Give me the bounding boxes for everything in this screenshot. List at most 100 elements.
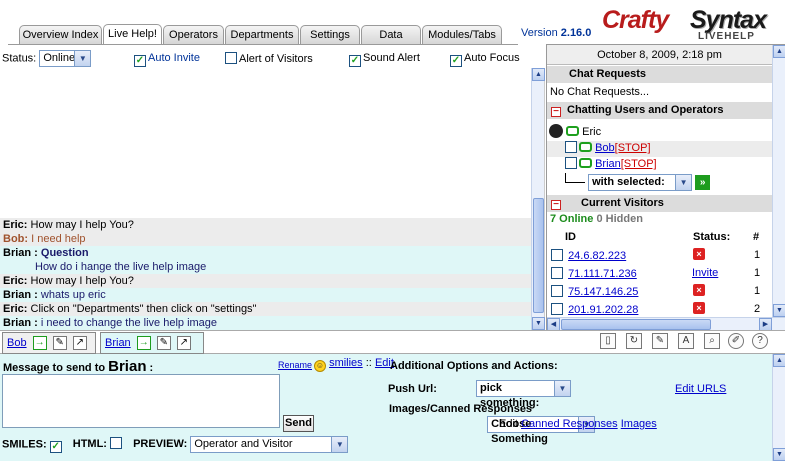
- auto-invite-option[interactable]: ✓ Auto Invite: [134, 52, 200, 67]
- visitor-count: 1: [754, 285, 761, 297]
- message-input[interactable]: [2, 374, 280, 428]
- canned-edit-links: Edit Canned Responses Images: [499, 418, 657, 430]
- hscroll-thumb[interactable]: [561, 319, 711, 330]
- tab-settings[interactable]: Settings: [300, 25, 360, 44]
- refresh-icon[interactable]: ↻: [626, 333, 642, 349]
- smilies-link[interactable]: smilies: [329, 357, 363, 369]
- operator-icon: [549, 124, 563, 138]
- stop-link[interactable]: [STOP]: [621, 158, 657, 170]
- auto-focus-option[interactable]: ✓ Auto Focus: [450, 52, 520, 67]
- tab-operators[interactable]: Operators: [163, 25, 224, 44]
- compose-scrollbar[interactable]: ▲ ▼: [772, 354, 785, 461]
- tab-overview-index[interactable]: Overview Index: [19, 25, 102, 44]
- channel-tab-bob[interactable]: Bob → ✎ ↗: [2, 332, 96, 354]
- scroll-right-icon[interactable]: ▶: [759, 318, 772, 330]
- chat-message: Brian : i need to change the live help i…: [0, 316, 531, 330]
- scroll-down-icon[interactable]: ▼: [773, 304, 785, 317]
- col-count: #: [753, 231, 760, 243]
- smiley-icon[interactable]: ☺: [314, 360, 326, 372]
- top-tab-bar: Overview Index Live Help! Operators Depa…: [0, 0, 785, 46]
- rename-link[interactable]: Rename: [278, 360, 312, 370]
- popout-icon[interactable]: ↗: [72, 336, 87, 351]
- smiles-checkbox[interactable]: ✓: [49, 441, 62, 454]
- preview-select[interactable]: Operator and Visitor ▼: [190, 436, 349, 453]
- broom-icon[interactable]: ✎: [52, 336, 67, 351]
- chat-scrollbar[interactable]: ▲ ▼: [531, 68, 545, 330]
- scroll-thumb[interactable]: [773, 45, 785, 177]
- send-button[interactable]: Send: [283, 415, 314, 432]
- images-canned-label: Images/Canned Responses: [389, 403, 533, 415]
- with-selected-select[interactable]: with selected: ▼: [588, 173, 693, 191]
- transfer-arrow-icon[interactable]: →: [136, 336, 151, 351]
- compose-area: Message to send to Brian : Send Rename ☺…: [0, 354, 772, 461]
- visitor-row: 201.91.202.28: [551, 303, 638, 316]
- status-not-chatting-icon: ×: [693, 302, 705, 314]
- visitor-ip-link[interactable]: 201.91.202.28: [568, 304, 638, 316]
- visitor-checkbox[interactable]: [551, 267, 563, 279]
- popout-icon[interactable]: ↗: [176, 336, 191, 351]
- broom-icon[interactable]: ✎: [156, 336, 171, 351]
- chat-bubble-icon: [579, 158, 592, 168]
- sound-alert-checkbox[interactable]: ✓: [349, 55, 361, 67]
- scroll-down-icon[interactable]: ▼: [773, 448, 785, 461]
- images-link[interactable]: Images: [621, 418, 657, 430]
- pen-icon[interactable]: ✐: [728, 333, 744, 349]
- push-url-select[interactable]: pick something: ▼: [476, 380, 571, 409]
- status-label: Status:: [2, 52, 37, 65]
- status-row: Status: Online ▼ ✓ Auto Invite Alert of Vi…: [2, 50, 532, 68]
- user-checkbox[interactable]: [565, 157, 577, 169]
- visitor-ip-link[interactable]: 71.111.71.236: [568, 268, 637, 280]
- transfer-arrow-icon[interactable]: →: [32, 336, 47, 351]
- chat-bubble-icon: [566, 126, 580, 136]
- operator-row: Eric: [549, 124, 601, 138]
- edit-note-icon[interactable]: ✎: [652, 333, 668, 349]
- scroll-up-icon[interactable]: ▲: [773, 45, 785, 58]
- auto-invite-checkbox[interactable]: ✓: [134, 55, 146, 67]
- tab-departments[interactable]: Departments: [225, 25, 299, 44]
- auto-focus-checkbox[interactable]: ✓: [450, 55, 462, 67]
- chevron-down-icon: ▼: [74, 51, 91, 66]
- visitor-ip-link[interactable]: 24.6.82.223: [568, 250, 626, 262]
- chat-transcript[interactable]: Eric: How may I help You? Bob: I need he…: [0, 68, 545, 330]
- scroll-up-icon[interactable]: ▲: [773, 354, 785, 367]
- right-panel-hscrollbar[interactable]: ◀ ▶: [547, 317, 785, 330]
- chat-bubble-icon: [579, 142, 592, 152]
- go-arrow-icon[interactable]: »: [695, 174, 711, 190]
- stop-link[interactable]: [STOP]: [615, 142, 651, 154]
- alert-visitors-option[interactable]: Alert of Visitors: [225, 52, 313, 65]
- help-icon[interactable]: ?: [752, 333, 768, 349]
- visitor-checkbox[interactable]: [551, 249, 563, 261]
- tab-modules[interactable]: Modules/Tabs: [422, 25, 502, 44]
- invite-link[interactable]: Invite: [692, 267, 718, 279]
- spellcheck-icon[interactable]: A: [678, 333, 694, 349]
- scroll-up-icon[interactable]: ▲: [532, 68, 545, 81]
- sound-alert-option[interactable]: ✓ Sound Alert: [349, 52, 420, 67]
- document-icon[interactable]: ▯: [600, 333, 616, 349]
- scroll-thumb[interactable]: [533, 198, 544, 313]
- zoom-icon[interactable]: ⌕: [704, 333, 720, 349]
- status-select[interactable]: Online ▼: [39, 50, 92, 67]
- edit-urls-link[interactable]: Edit URLS: [675, 383, 726, 395]
- canned-responses-link[interactable]: Canned Responses: [521, 418, 618, 430]
- scroll-down-icon[interactable]: ▼: [532, 317, 545, 330]
- collapse-icon[interactable]: −: [551, 107, 561, 117]
- chevron-down-icon: ▼: [554, 381, 570, 396]
- no-chat-requests: No Chat Requests...: [550, 86, 650, 98]
- visitor-checkbox[interactable]: [551, 285, 563, 297]
- tab-data[interactable]: Data: [361, 25, 421, 44]
- alert-visitors-checkbox[interactable]: [225, 52, 237, 64]
- visitor-checkbox[interactable]: [551, 303, 563, 315]
- chat-message: Bob: I need help: [0, 232, 531, 246]
- user-link-bob[interactable]: Bob: [595, 142, 615, 154]
- right-panel-scrollbar[interactable]: ▲ ▼: [772, 45, 785, 317]
- user-checkbox[interactable]: [565, 141, 577, 153]
- scroll-left-icon[interactable]: ◀: [547, 318, 560, 330]
- html-checkbox[interactable]: [110, 437, 123, 450]
- collapse-icon[interactable]: −: [551, 200, 561, 210]
- chat-message: Eric: How may I help You?: [0, 274, 531, 288]
- tab-live-help[interactable]: Live Help!: [103, 24, 162, 45]
- channel-tab-brian[interactable]: Brian → ✎ ↗: [100, 332, 204, 354]
- user-link-brian[interactable]: Brian: [595, 158, 621, 170]
- chevron-down-icon: ▼: [331, 437, 348, 452]
- visitor-ip-link[interactable]: 75.147.146.25: [568, 286, 638, 298]
